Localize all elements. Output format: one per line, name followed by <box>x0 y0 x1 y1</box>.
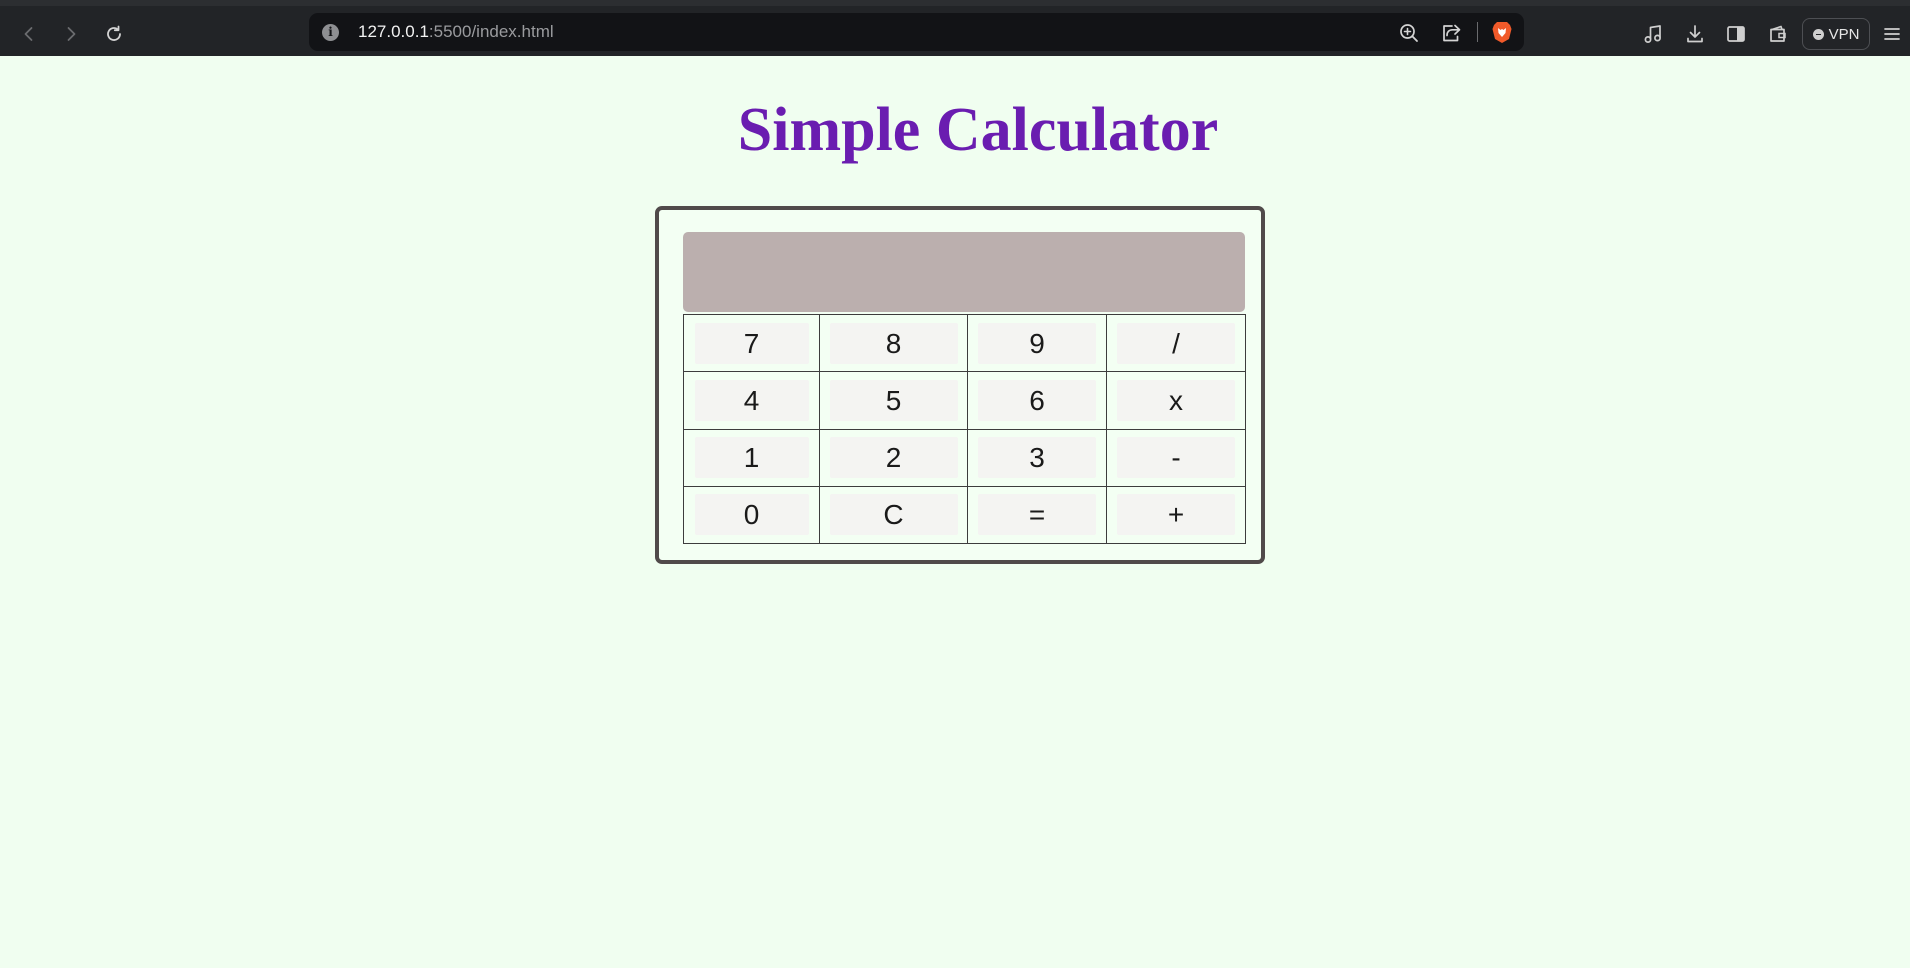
page-title: Simple Calculator <box>737 96 1219 164</box>
url-text[interactable]: 127.0.0.1:5500/index.html <box>358 22 554 42</box>
calculator: 7 8 9 / 4 5 6 x 1 2 3 - 0 C = + <box>655 206 1265 564</box>
key-cell: 8 <box>819 313 968 373</box>
key-6-button[interactable]: 6 <box>978 379 1096 421</box>
subtract-button[interactable]: - <box>1117 437 1235 479</box>
key-cell: - <box>1106 428 1246 487</box>
vpn-button[interactable]: VPN <box>1802 18 1870 50</box>
key-cell: 9 <box>967 313 1107 373</box>
url-path: :5500/index.html <box>428 22 554 41</box>
key-5-button[interactable]: 5 <box>829 379 958 421</box>
key-cell: = <box>967 485 1107 545</box>
key-cell: 6 <box>967 371 1107 430</box>
key-1-button[interactable]: 1 <box>694 437 809 479</box>
forward-arrow-icon[interactable] <box>54 17 88 51</box>
brave-shields-icon[interactable] <box>1489 19 1515 45</box>
add-button[interactable]: + <box>1117 494 1235 536</box>
vpn-status-icon <box>1812 28 1824 40</box>
key-cell: + <box>1106 485 1246 545</box>
zoom-in-icon[interactable] <box>1396 20 1422 46</box>
key-cell: 5 <box>819 371 968 430</box>
key-cell: 4 <box>683 371 820 430</box>
key-cell: 3 <box>967 428 1107 487</box>
keypad-row: 1 2 3 - <box>683 428 1246 487</box>
share-icon[interactable] <box>1438 20 1464 46</box>
address-bar[interactable]: i 127.0.0.1:5500/index.html <box>309 13 1524 51</box>
key-cell: C <box>819 485 968 545</box>
download-icon[interactable] <box>1680 19 1710 49</box>
wallet-icon[interactable] <box>1763 19 1793 49</box>
hamburger-menu-icon[interactable] <box>1877 19 1907 49</box>
calculator-display[interactable] <box>683 232 1245 312</box>
url-divider <box>1477 22 1478 42</box>
key-0-button[interactable]: 0 <box>694 494 809 536</box>
multiply-button[interactable]: x <box>1117 379 1235 421</box>
url-host: 127.0.0.1 <box>358 22 429 41</box>
back-arrow-icon[interactable] <box>12 17 46 51</box>
key-4-button[interactable]: 4 <box>694 379 809 421</box>
reload-icon[interactable] <box>97 17 131 51</box>
music-note-icon[interactable] <box>1638 19 1668 49</box>
clear-button[interactable]: C <box>829 494 958 536</box>
key-cell: 0 <box>683 485 820 545</box>
equals-button[interactable]: = <box>978 494 1096 536</box>
keypad: 7 8 9 / 4 5 6 x 1 2 3 - 0 C = + <box>683 313 1246 545</box>
vpn-label: VPN <box>1828 25 1860 43</box>
keypad-row: 0 C = + <box>683 485 1246 545</box>
info-icon[interactable]: i <box>322 24 339 41</box>
key-cell: x <box>1106 371 1246 430</box>
key-cell: 7 <box>683 313 820 373</box>
key-8-button[interactable]: 8 <box>829 322 958 364</box>
key-9-button[interactable]: 9 <box>978 322 1096 364</box>
key-7-button[interactable]: 7 <box>694 322 809 364</box>
key-cell: 2 <box>819 428 968 487</box>
key-3-button[interactable]: 3 <box>978 437 1096 479</box>
browser-toolbar: i 127.0.0.1:5500/index.html VPN <box>0 0 1910 56</box>
key-2-button[interactable]: 2 <box>829 437 958 479</box>
keypad-row: 7 8 9 / <box>683 313 1246 373</box>
divide-button[interactable]: / <box>1117 322 1235 364</box>
key-cell: 1 <box>683 428 820 487</box>
sidebar-icon[interactable] <box>1721 19 1751 49</box>
key-cell: / <box>1106 313 1246 373</box>
keypad-row: 4 5 6 x <box>683 371 1246 430</box>
